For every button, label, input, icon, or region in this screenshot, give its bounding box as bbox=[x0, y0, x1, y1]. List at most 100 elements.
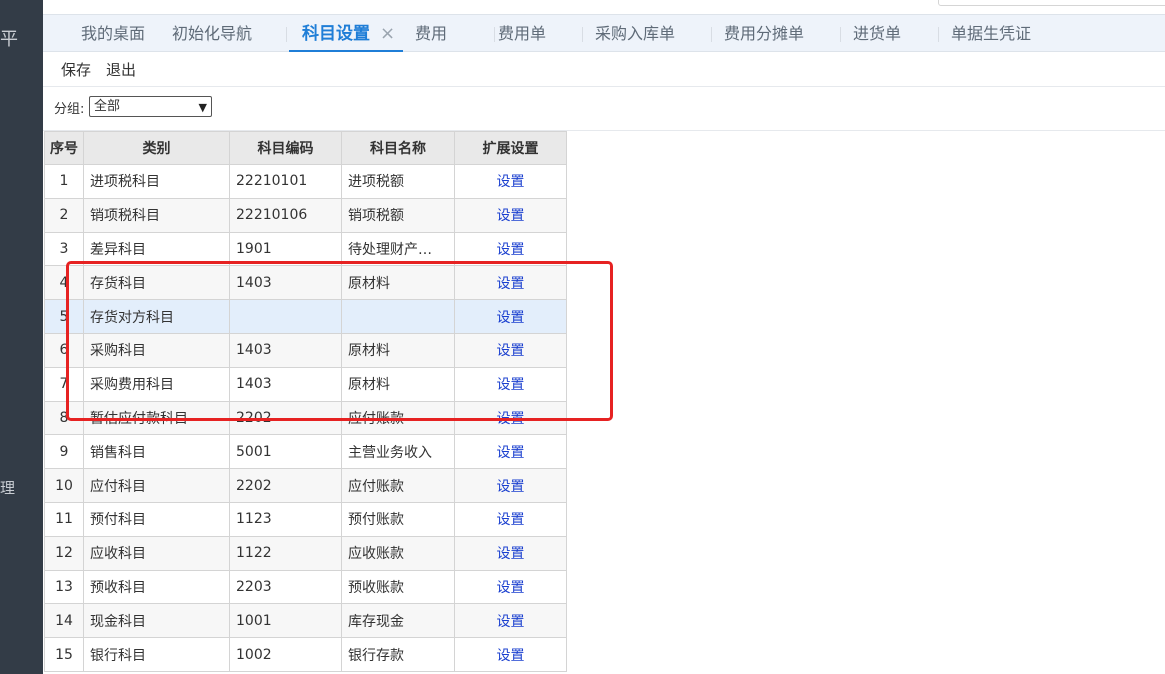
settings-link[interactable]: 设置 bbox=[454, 197, 567, 233]
tab-expense-allocation[interactable]: 费用分摊单 bbox=[724, 15, 841, 52]
group-select[interactable]: 全部 ▼ bbox=[89, 96, 212, 117]
settings-link[interactable]: 设置 bbox=[454, 332, 567, 368]
sidebar-fragment-top[interactable]: 平 bbox=[0, 30, 18, 50]
settings-link[interactable]: 设置 bbox=[454, 265, 567, 301]
row-account-code[interactable]: 22210106 bbox=[229, 197, 342, 233]
tab-purchase-receipt[interactable]: 采购入库单 bbox=[595, 15, 712, 52]
row-account-code[interactable]: 2202 bbox=[229, 468, 342, 503]
row-account-name[interactable]: 原材料 bbox=[341, 366, 455, 402]
row-category: 差异科目 bbox=[83, 231, 230, 267]
row-index: 10 bbox=[44, 468, 84, 503]
header-category[interactable]: 类别 bbox=[83, 131, 230, 165]
row-account-name[interactable]: 原材料 bbox=[341, 332, 455, 368]
row-account-code[interactable]: 1403 bbox=[229, 265, 342, 301]
row-account-name[interactable]: 进项税额 bbox=[341, 164, 455, 199]
tab-voucher-generation[interactable]: 单据生凭证 bbox=[951, 15, 1061, 52]
row-account-code[interactable]: 1002 bbox=[229, 637, 342, 672]
settings-link[interactable]: 设置 bbox=[454, 434, 567, 470]
row-account-code[interactable]: 1403 bbox=[229, 366, 342, 402]
table-row[interactable]: 12 应收科目 1122 应收账款 设置 bbox=[44, 535, 567, 571]
row-account-name[interactable]: 应付账款 bbox=[341, 400, 455, 436]
row-account-code[interactable]: 2203 bbox=[229, 569, 342, 605]
tab-expense-bill[interactable]: 费用单 bbox=[498, 15, 583, 52]
table-row[interactable]: 10 应付科目 2202 应付账款 设置 bbox=[44, 468, 567, 503]
tab-label: 单据生凭证 bbox=[951, 24, 1032, 43]
table-row[interactable]: 8 暂估应付款科目 2202 应付账款 设置 bbox=[44, 400, 567, 436]
tab-purchase-order[interactable]: 进货单 bbox=[853, 15, 939, 52]
row-index: 7 bbox=[44, 366, 84, 402]
row-account-name[interactable]: 销项税额 bbox=[341, 197, 455, 233]
table-row[interactable]: 2 销项税科目 22210106 销项税额 设置 bbox=[44, 197, 567, 233]
row-account-name[interactable]: 主营业务收入 bbox=[341, 434, 455, 470]
row-account-code[interactable]: 5001 bbox=[229, 434, 342, 470]
row-account-code[interactable]: 1403 bbox=[229, 332, 342, 368]
row-category: 存货对方科目 bbox=[83, 299, 230, 334]
top-bar bbox=[43, 0, 1165, 14]
settings-link[interactable]: 设置 bbox=[454, 501, 567, 537]
table-row-selected[interactable]: 5 存货对方科目 设置 bbox=[44, 299, 567, 334]
row-account-code[interactable] bbox=[229, 299, 342, 334]
table-header-row: 序号 类别 科目编码 科目名称 扩展设置 bbox=[44, 131, 567, 165]
row-account-name[interactable]: 银行存款 bbox=[341, 637, 455, 672]
row-index: 4 bbox=[44, 265, 84, 301]
row-account-name[interactable]: 预付账款 bbox=[341, 501, 455, 537]
tab-label: 费用单 bbox=[498, 24, 547, 43]
tab-label: 我的桌面 bbox=[81, 24, 146, 43]
row-account-code[interactable]: 2202 bbox=[229, 400, 342, 436]
row-account-code[interactable]: 1901 bbox=[229, 231, 342, 267]
row-category: 预收科目 bbox=[83, 569, 230, 605]
row-account-name[interactable]: 库存现金 bbox=[341, 603, 455, 639]
top-search-input[interactable] bbox=[938, 0, 1165, 6]
row-index: 1 bbox=[44, 164, 84, 199]
row-account-code[interactable]: 1122 bbox=[229, 535, 342, 571]
row-account-name[interactable]: 待处理财产… bbox=[341, 231, 455, 267]
settings-link[interactable]: 设置 bbox=[454, 164, 567, 199]
table-row[interactable]: 4 存货科目 1403 原材料 设置 bbox=[44, 265, 567, 301]
tab-account-settings[interactable]: 科目设置 × bbox=[289, 15, 403, 53]
settings-link[interactable]: 设置 bbox=[454, 299, 567, 334]
row-index: 6 bbox=[44, 332, 84, 368]
row-account-name[interactable]: 应收账款 bbox=[341, 535, 455, 571]
exit-button[interactable]: 退出 bbox=[106, 59, 136, 80]
table-row[interactable]: 9 销售科目 5001 主营业务收入 设置 bbox=[44, 434, 567, 470]
header-account-code[interactable]: 科目编码 bbox=[229, 131, 342, 165]
table-row[interactable]: 13 预收科目 2203 预收账款 设置 bbox=[44, 569, 567, 605]
tab-label: 科目设置 bbox=[302, 24, 370, 44]
settings-link[interactable]: 设置 bbox=[454, 468, 567, 503]
table-row[interactable]: 14 现金科目 1001 库存现金 设置 bbox=[44, 603, 567, 639]
settings-link[interactable]: 设置 bbox=[454, 569, 567, 605]
table-row[interactable]: 11 预付科目 1123 预付账款 设置 bbox=[44, 501, 567, 537]
settings-link[interactable]: 设置 bbox=[454, 637, 567, 672]
tab-init-guide[interactable]: 初始化导航 bbox=[172, 15, 287, 52]
table-row[interactable]: 15 银行科目 1002 银行存款 设置 bbox=[44, 637, 567, 672]
toolbar: 保存 退出 bbox=[43, 52, 1165, 87]
table-row[interactable]: 7 采购费用科目 1403 原材料 设置 bbox=[44, 366, 567, 402]
header-account-name[interactable]: 科目名称 bbox=[341, 131, 455, 165]
row-account-name[interactable]: 预收账款 bbox=[341, 569, 455, 605]
group-select-value: 全部 bbox=[94, 99, 121, 114]
row-category: 应收科目 bbox=[83, 535, 230, 571]
row-account-name[interactable] bbox=[341, 299, 455, 334]
row-account-name[interactable]: 应付账款 bbox=[341, 468, 455, 503]
header-index[interactable]: 序号 bbox=[44, 131, 84, 165]
close-icon[interactable]: × bbox=[380, 23, 395, 44]
row-account-name[interactable]: 原材料 bbox=[341, 265, 455, 301]
filter-bar: 分组: 全部 ▼ bbox=[43, 88, 1165, 131]
header-extension-settings[interactable]: 扩展设置 bbox=[454, 131, 567, 165]
table-row[interactable]: 6 采购科目 1403 原材料 设置 bbox=[44, 332, 567, 368]
settings-link[interactable]: 设置 bbox=[454, 231, 567, 267]
settings-link[interactable]: 设置 bbox=[454, 535, 567, 571]
row-account-code[interactable]: 22210101 bbox=[229, 164, 342, 199]
row-category: 暂估应付款科目 bbox=[83, 400, 230, 436]
tab-label: 采购入库单 bbox=[595, 24, 676, 43]
tab-expense[interactable]: 费用 bbox=[415, 15, 495, 52]
row-account-code[interactable]: 1123 bbox=[229, 501, 342, 537]
settings-link[interactable]: 设置 bbox=[454, 400, 567, 436]
settings-link[interactable]: 设置 bbox=[454, 366, 567, 402]
save-button[interactable]: 保存 bbox=[61, 59, 91, 80]
settings-link[interactable]: 设置 bbox=[454, 603, 567, 639]
sidebar-fragment-bottom[interactable]: 理 bbox=[0, 478, 15, 498]
table-row[interactable]: 1 进项税科目 22210101 进项税额 设置 bbox=[44, 164, 567, 199]
row-account-code[interactable]: 1001 bbox=[229, 603, 342, 639]
table-row[interactable]: 3 差异科目 1901 待处理财产… 设置 bbox=[44, 231, 567, 267]
